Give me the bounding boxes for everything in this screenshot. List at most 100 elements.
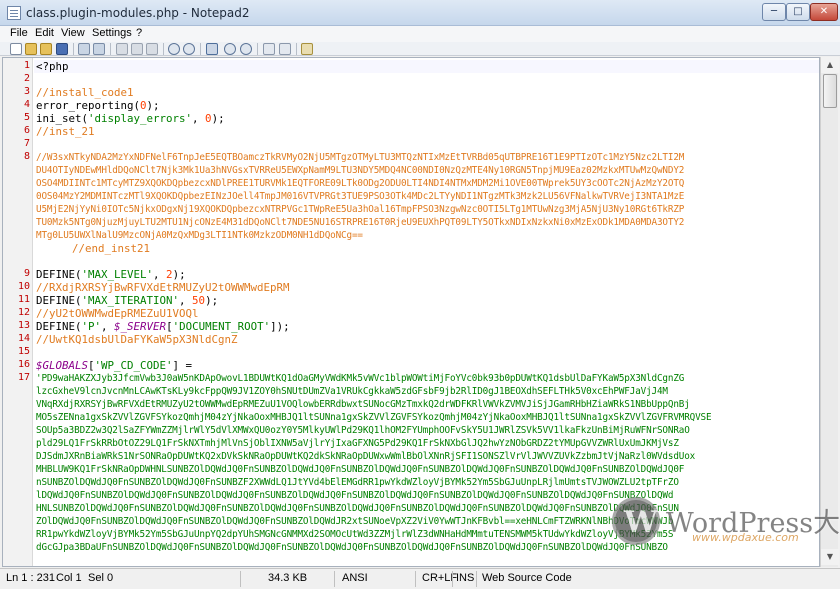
code-token: ); [205,294,219,307]
view-icon[interactable] [263,43,275,55]
code-line: DEFINE('MAX_ITERATION', 50); [36,294,218,307]
code-comment: //RXdjRXRSYjBwRFVXdEtRMUZyU2tOWWMwdEpRM [36,281,290,294]
favorites-icon[interactable] [301,43,313,55]
code-comment: //install_code1 [36,86,134,99]
toolbar-separator [73,43,74,55]
code-string: 'MAX_ITERATION' [81,294,180,307]
status-bar: Ln 1 : 231 Col 1 Sel 0 34.3 KB ANSI CR+L… [0,568,840,589]
vertical-scrollbar[interactable]: ▲ ▼ [820,57,839,567]
wordpress-logo-icon [612,497,660,545]
menu-file[interactable]: File [10,27,28,39]
toolbar-separator [257,43,258,55]
encoded-string-line: MO5sZENna1gxSkZVVlZGVFSYkozQmhjM04zYjNka… [36,412,712,423]
encoded-comment-line: DU4OTIyNDEwMHldDQoNClt7Njk3Mk1Ua3hNVGsxT… [36,165,685,176]
redo-icon[interactable] [93,43,105,55]
scroll-down-icon[interactable]: ▼ [821,549,839,565]
status-separator [240,571,241,587]
encoded-string-line: ZOlDQWdJQ0FnSUNBZOlDQWdJQ0FnSUNBZOlDQWdJ… [36,516,674,527]
editor[interactable]: 1 2 3 4 5 6 7 8 9 10 11 12 13 14 15 16 1… [2,57,820,567]
code-token: ini_set( [36,112,89,125]
cut-icon[interactable] [116,43,128,55]
wrap-icon[interactable] [206,43,218,55]
open-icon[interactable] [25,43,37,55]
encoded-string-line: 'PD9waHAKZXJyb3JfcmVwb3J0aW5nKDApOwovL1B… [36,373,685,384]
maximize-button[interactable]: □ [786,3,810,21]
encoded-string-line: RR1pwYkdWZloyVjBYMk52Ym5SbGJuUnpYQ2dpYUh… [36,529,674,540]
status-encoding[interactable]: ANSI [342,572,368,584]
code-line: $GLOBALS['WP_CD_CODE'] = [36,359,192,372]
find-icon[interactable] [168,43,180,55]
settings-icon[interactable] [279,43,291,55]
replace-icon[interactable] [183,43,195,55]
code-variable: $_SERVER [114,320,167,333]
zoom-out-icon[interactable] [240,43,252,55]
status-separator [476,571,477,587]
menu-view[interactable]: View [61,27,85,39]
status-scheme[interactable]: Web Source Code [482,572,572,584]
status-separator [415,571,416,587]
line-number: 4 [23,99,30,110]
code-comment: //inst_21 [36,125,95,138]
code-token: ); [211,112,225,125]
browse-icon[interactable] [40,43,52,55]
watermark-site: www.wpdaxue.com [692,531,799,544]
encoded-string-line: MHBLUW9KQ1FrSkNRaOpDWHNLSUNBZOlDQWdJQ0Fn… [36,464,685,475]
line-number: 14 [17,333,30,344]
toolbar-separator [296,43,297,55]
code-variable: $GLOBALS [36,359,89,372]
menu-edit[interactable]: Edit [35,27,54,39]
code-comment: //UwtKQ1dsbUlDaFYKaW5pX3NldCgnZ [36,333,238,346]
line-number: 7 [23,138,30,149]
status-column: Col 1 [56,572,82,584]
code-token: , [153,268,167,281]
menu-help[interactable]: ? [136,27,142,39]
encoded-comment-line: //W3sxNTkyNDA2MzYxNDFNelF6TnpJeE5EQTBOam… [36,152,685,163]
toolbar-separator [200,43,201,55]
close-button[interactable]: ✕ [810,3,838,21]
php-open-tag: <?php [36,60,69,73]
undo-icon[interactable] [78,43,90,55]
encoded-string-line: DJSdmJXRnBiaWRkS1NrSONRaOpDUWtKQ2xDVkSkN… [36,451,696,462]
code-token: , [192,112,206,125]
status-mode[interactable]: INS [456,572,474,584]
encoded-comment-line: U5MjE2NjYyNi0IOTc5NjkxODgxNj19XQOKDQpbez… [36,204,685,215]
code-area[interactable]: <?php //install_code1 error_reporting(0)… [34,58,819,566]
zoom-in-icon[interactable] [224,43,236,55]
menu-bar: File Edit View Settings ? [0,26,840,42]
scroll-up-icon[interactable]: ▲ [821,57,839,73]
line-number: 11 [17,294,30,305]
code-token: DEFINE( [36,268,82,281]
encoded-string-line: lDQWdJQ0FnSUNBZOlDQWdJQ0FnSUNBZOlDQWdJQ0… [36,490,674,501]
encoded-comment-line: TU0Mzk5NTg0NjuzMjuyLTU2MTU1NjcONzE4M31dD… [36,217,685,228]
title-bar: class.plugin-modules.php - Notepad2 ─ □ … [0,0,840,26]
encoded-string-line: VNqRXdjRXRSYjBwRFVXdEtRMUZyU2tOWWMwdEpRM… [36,399,690,410]
line-number: 10 [17,281,30,292]
new-icon[interactable] [10,43,22,55]
minimize-button[interactable]: ─ [762,3,786,21]
notepad-app-icon[interactable] [7,6,21,20]
status-position: Ln 1 : 231 [6,572,55,584]
code-line: <?php [36,60,69,73]
encoded-string-line: SOUp5a3BDZ2w3Q2lSaZFYWmZZMjlrWlY5dVlXMWx… [36,425,690,436]
window-title: class.plugin-modules.php - Notepad2 [26,6,250,20]
code-comment: //yU2tOWWMwdEpRMEZuU1VOQl [36,307,199,320]
encoded-string-line: pld29LQ1FrSkRRbOtOZ29LQ1FrSkNXTmhjMlVnSj… [36,438,679,449]
code-line: DEFINE('P', $_SERVER['DOCUMENT_ROOT']); [36,320,290,333]
encoded-string-line: dGcGJpa3BDaUFnSUNBZOlDQWdJQ0FnSUNBZOlDQW… [36,542,668,553]
code-token: ]); [270,320,290,333]
code-number: 50 [192,294,206,307]
code-string: 'P' [81,320,102,333]
menu-settings[interactable]: Settings [92,27,132,39]
code-token: , [179,294,193,307]
encoded-comment-line: 0OS04MzY2MDMINTczMTl9XQOKDQpbezEINzJOell… [36,191,685,202]
code-line: DEFINE('MAX_LEVEL', 2); [36,268,186,281]
encoded-string-line: nSUNBZOlDQWdJQ0FnSUNBZOlDQWdJQ0FnSUNBZF2… [36,477,679,488]
code-token: error_reporting( [36,99,141,112]
scroll-thumb[interactable] [823,74,837,108]
code-token: , [101,320,115,333]
line-number-gutter: 1 2 3 4 5 6 7 8 9 10 11 12 13 14 15 16 1… [3,58,33,566]
save-icon[interactable] [56,43,68,55]
paste-icon[interactable] [146,43,158,55]
copy-icon[interactable] [131,43,143,55]
line-number: 8 [23,151,30,162]
